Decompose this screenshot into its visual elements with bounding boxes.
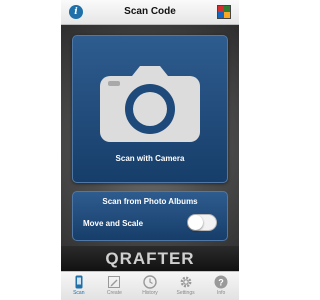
scan-from-photo-albums-panel: Scan from Photo Albums Move and Scale bbox=[72, 191, 228, 241]
phone-icon bbox=[75, 275, 83, 289]
help-icon: ? bbox=[214, 275, 228, 289]
move-and-scale-label: Move and Scale bbox=[83, 219, 144, 228]
tab-settings[interactable]: Settings bbox=[168, 272, 204, 300]
navigation-bar: i Scan Code bbox=[61, 0, 239, 25]
app-grid-icon bbox=[217, 5, 231, 19]
camera-icon bbox=[100, 66, 200, 142]
pencil-icon bbox=[108, 276, 121, 288]
scan-from-photo-albums-button[interactable]: Scan from Photo Albums bbox=[73, 197, 227, 206]
scan-with-camera-button[interactable]: Scan with Camera bbox=[72, 35, 228, 183]
toggle-knob bbox=[188, 215, 203, 230]
tab-history[interactable]: History bbox=[132, 272, 168, 300]
gear-icon bbox=[180, 276, 191, 288]
tab-create[interactable]: Create bbox=[97, 272, 133, 300]
phone-screen: i Scan Code Scan with Camera Scan from P… bbox=[61, 0, 239, 300]
tab-bar: Scan Create History Settings ? Info bbox=[61, 271, 239, 300]
svg-text:?: ? bbox=[218, 277, 224, 287]
page-title: Scan Code bbox=[124, 6, 176, 17]
brand-logo: QRAFTER bbox=[61, 246, 239, 271]
tab-info[interactable]: ? Info bbox=[203, 272, 239, 300]
tab-scan[interactable]: Scan bbox=[61, 272, 97, 300]
scan-with-camera-label: Scan with Camera bbox=[115, 154, 185, 163]
clock-icon bbox=[143, 275, 157, 289]
move-and-scale-toggle[interactable] bbox=[187, 214, 217, 231]
main-content: Scan with Camera Scan from Photo Albums … bbox=[61, 25, 239, 246]
